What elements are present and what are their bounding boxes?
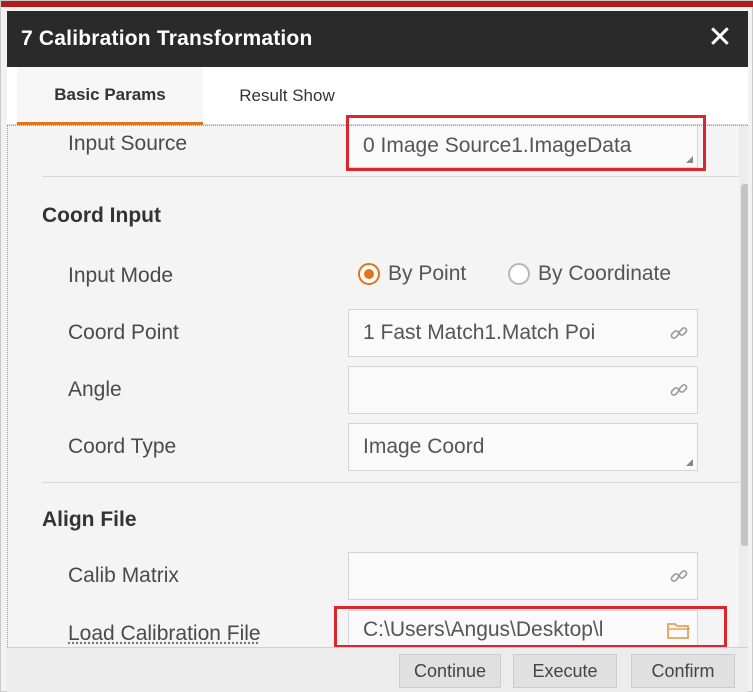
- coord-type-select[interactable]: Image Coord: [348, 423, 698, 471]
- calib-matrix-field[interactable]: [348, 552, 698, 600]
- execute-button[interactable]: Execute: [513, 654, 617, 688]
- divider: [42, 482, 742, 483]
- coord-point-value: 1 Fast Match1.Match Poi: [363, 321, 661, 345]
- coord-type-value: Image Coord: [363, 435, 697, 459]
- dialog-title: 7 Calibration Transformation: [21, 27, 312, 51]
- dropdown-corner-icon: [686, 459, 693, 466]
- radio-by-coordinate[interactable]: By Coordinate: [508, 262, 671, 286]
- scrollbar-thumb[interactable]: [741, 184, 748, 546]
- radio-by-point-label: By Point: [388, 262, 466, 286]
- radio-checked-icon: [358, 263, 380, 285]
- coord-point-label: Coord Point: [68, 321, 179, 345]
- coord-point-field[interactable]: 1 Fast Match1.Match Poi: [348, 309, 698, 357]
- dialog-titlebar: 7 Calibration Transformation ✕: [7, 11, 748, 67]
- close-icon[interactable]: ✕: [702, 20, 738, 56]
- link-icon[interactable]: [661, 310, 697, 356]
- folder-icon[interactable]: [661, 611, 697, 647]
- input-mode-label: Input Mode: [68, 264, 173, 288]
- input-source-label: Input Source: [68, 132, 187, 156]
- radio-by-coordinate-label: By Coordinate: [538, 262, 671, 286]
- load-calibration-file-field[interactable]: C:\Users\Angus\Desktop\l: [348, 610, 698, 647]
- tab-basic-params[interactable]: Basic Params: [17, 67, 203, 125]
- align-file-heading: Align File: [42, 508, 137, 532]
- input-source-field[interactable]: 0 Image Source1.ImageData: [348, 125, 698, 168]
- load-calibration-file-label: Load Calibration File: [68, 622, 261, 646]
- coord-type-label: Coord Type: [68, 435, 176, 459]
- angle-label: Angle: [68, 378, 122, 402]
- dropdown-corner-icon: [686, 156, 693, 163]
- dialog-footer: Continue Execute Confirm: [7, 647, 748, 692]
- dialog-top-accent: [1, 1, 753, 7]
- load-calibration-file-value: C:\Users\Angus\Desktop\l: [363, 618, 661, 642]
- link-icon[interactable]: [661, 367, 697, 413]
- continue-button[interactable]: Continue: [399, 654, 501, 688]
- divider: [42, 176, 742, 177]
- coord-input-heading: Coord Input: [42, 204, 161, 228]
- calibration-dialog: 7 Calibration Transformation ✕ Basic Par…: [0, 0, 753, 692]
- calib-matrix-label: Calib Matrix: [68, 564, 179, 588]
- radio-by-point[interactable]: By Point: [358, 262, 466, 286]
- confirm-button[interactable]: Confirm: [631, 654, 735, 688]
- link-icon[interactable]: [661, 553, 697, 599]
- input-mode-radio-group: By Point By Coordinate: [358, 262, 718, 292]
- tab-bar: Basic Params Result Show: [7, 67, 748, 125]
- input-source-value: 0 Image Source1.ImageData: [363, 134, 697, 158]
- radio-unchecked-icon: [508, 263, 530, 285]
- angle-field[interactable]: [348, 366, 698, 414]
- params-panel: Input Source 0 Image Source1.ImageData C…: [7, 125, 748, 647]
- tab-result-show[interactable]: Result Show: [207, 67, 367, 125]
